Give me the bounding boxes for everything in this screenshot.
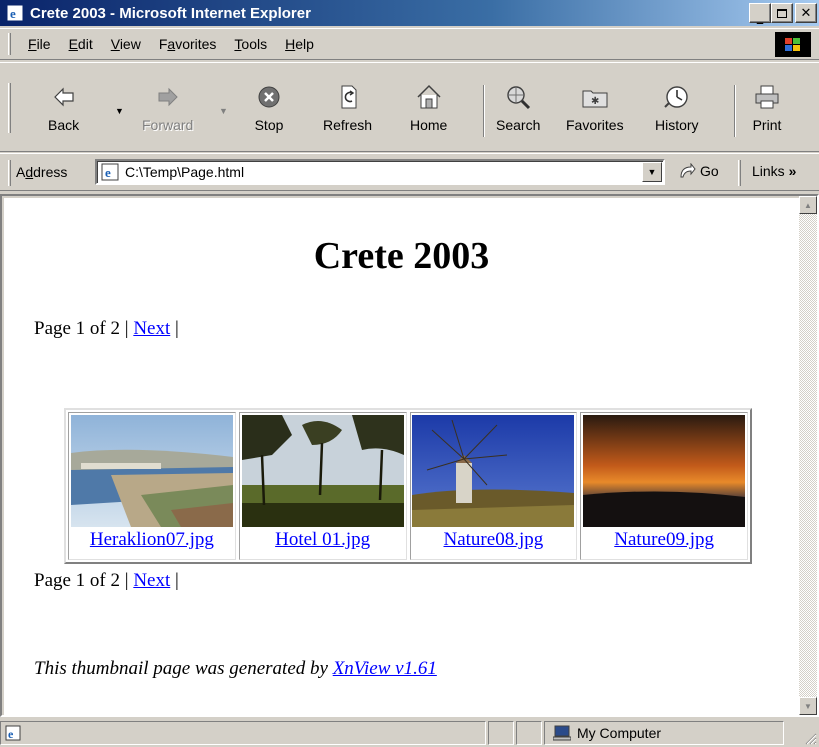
- content-frame: Crete 2003 Page 1 of 2 | Next | Heraklio…: [0, 194, 819, 717]
- stop-button[interactable]: Stop: [254, 83, 284, 143]
- back-dropdown-icon[interactable]: ▼: [115, 106, 124, 116]
- arrow-down-icon: ▼: [804, 701, 812, 711]
- generator-note: This thumbnail page was generated by XnV…: [34, 658, 437, 679]
- arrow-up-icon: ▲: [804, 200, 812, 210]
- menu-tools[interactable]: Tools: [225, 36, 276, 52]
- stop-icon: [258, 86, 280, 108]
- thumbnail-table: Heraklion07.jpg Hotel 01.jpg Nature08.jp…: [64, 408, 752, 564]
- go-button[interactable]: Go: [678, 163, 719, 179]
- status-text-panel: e: [0, 721, 486, 745]
- menu-file[interactable]: File: [19, 36, 60, 52]
- thumbnail-cell: Nature09.jpg: [580, 412, 748, 560]
- zone-label: My Computer: [577, 725, 662, 741]
- menu-grip[interactable]: [8, 33, 11, 55]
- windmill-photo[interactable]: [412, 415, 575, 527]
- scroll-down-button[interactable]: ▼: [799, 697, 817, 715]
- favorites-button[interactable]: ✱ Favorites: [566, 83, 624, 143]
- refresh-icon: [341, 85, 357, 109]
- pager-bottom: Page 1 of 2 | Next |: [34, 570, 179, 591]
- scroll-up-button[interactable]: ▲: [799, 196, 817, 214]
- address-url: C:\Temp\Page.html: [125, 164, 245, 180]
- page-status-icon: e: [5, 725, 21, 741]
- title-bar[interactable]: e Crete 2003 - Microsoft Internet Explor…: [0, 0, 819, 26]
- toolbar-separator: [734, 85, 736, 137]
- status-security-panel: [516, 721, 542, 745]
- close-icon: ✕: [800, 5, 812, 21]
- next-page-link[interactable]: Next: [133, 318, 170, 339]
- search-globe-icon: [507, 86, 531, 110]
- svg-text:e: e: [105, 165, 111, 180]
- browser-window: e Crete 2003 - Microsoft Internet Explor…: [0, 0, 819, 747]
- forward-button[interactable]: Forward: [142, 83, 193, 143]
- menu-bar: File Edit View Favorites Tools Help: [0, 28, 819, 60]
- back-arrow-icon: [53, 87, 74, 107]
- history-button[interactable]: History: [655, 83, 699, 143]
- vertical-scrollbar[interactable]: ▲ ▼: [799, 196, 817, 715]
- forward-arrow-icon: [158, 87, 178, 107]
- chevron-right-icon: »: [788, 163, 797, 179]
- sunset-photo[interactable]: [583, 415, 746, 527]
- address-grip[interactable]: [8, 160, 11, 186]
- home-icon: [417, 84, 441, 109]
- links-grip[interactable]: [738, 160, 741, 186]
- back-button[interactable]: Back: [48, 83, 79, 143]
- next-page-link[interactable]: Next: [133, 570, 170, 591]
- svg-text:e: e: [8, 727, 14, 741]
- page-title: Crete 2003: [313, 235, 490, 277]
- menu-view[interactable]: View: [102, 36, 150, 52]
- window-title: Crete 2003 - Microsoft Internet Explorer: [30, 4, 311, 22]
- trees-photo[interactable]: [241, 415, 404, 527]
- security-zone-panel: My Computer: [544, 721, 784, 745]
- harbor-photo[interactable]: [70, 415, 233, 527]
- maximize-button[interactable]: [771, 3, 793, 23]
- forward-dropdown-icon[interactable]: ▼: [219, 106, 228, 116]
- home-button[interactable]: Home: [410, 83, 447, 143]
- thumbnail-link[interactable]: Nature09.jpg: [614, 529, 714, 551]
- computer-icon: [553, 725, 571, 741]
- address-bar: Address e C:\Temp\Page.html ▼ Go Links »: [0, 153, 819, 191]
- thumbnail-cell: Heraklion07.jpg: [68, 412, 236, 560]
- history-clock-icon: [664, 86, 688, 108]
- address-label: Address: [16, 164, 68, 180]
- thumbnail-cell: Nature08.jpg: [409, 412, 578, 560]
- status-bar: e My Computer: [0, 719, 819, 747]
- address-dropdown-button[interactable]: ▼: [642, 162, 662, 182]
- address-input[interactable]: e C:\Temp\Page.html ▼: [95, 159, 665, 185]
- minimize-icon: _: [756, 9, 764, 25]
- thumbnail-link[interactable]: Heraklion07.jpg: [90, 529, 214, 551]
- favorites-folder-icon: ✱: [582, 90, 608, 108]
- standard-toolbar: Back ▼ Forward ▼ Stop Refresh Home Searc…: [0, 62, 819, 152]
- chevron-down-icon: ▼: [647, 167, 657, 177]
- search-button[interactable]: Search: [496, 83, 540, 143]
- page-content: Crete 2003 Page 1 of 2 | Next | Heraklio…: [4, 198, 799, 715]
- toolbar-separator: [483, 85, 485, 137]
- svg-text:e: e: [10, 6, 16, 21]
- svg-text:✱: ✱: [591, 96, 599, 107]
- thumbnail-cell: Hotel 01.jpg: [238, 412, 407, 560]
- toolbar-grip[interactable]: [8, 83, 11, 133]
- maximize-icon: [777, 8, 787, 18]
- close-button[interactable]: ✕: [795, 3, 817, 23]
- thumbnail-link[interactable]: Hotel 01.jpg: [275, 529, 370, 551]
- menu-favorites[interactable]: Favorites: [150, 36, 226, 52]
- status-progress-panel: [488, 721, 514, 745]
- menu-help[interactable]: Help: [276, 36, 323, 52]
- ie-logo-icon: e: [6, 4, 24, 22]
- page-icon: e: [101, 163, 119, 181]
- menu-edit[interactable]: Edit: [60, 36, 102, 52]
- windows-flag-icon: [785, 37, 800, 51]
- print-button[interactable]: Print: [752, 83, 782, 143]
- printer-icon: [755, 85, 779, 109]
- go-arrow-icon: [680, 163, 696, 178]
- resize-grip-icon[interactable]: [803, 731, 817, 745]
- pager-top: Page 1 of 2 | Next |: [34, 318, 179, 339]
- refresh-button[interactable]: Refresh: [323, 83, 372, 143]
- windows-logo-throbber: [775, 32, 811, 57]
- thumbnail-link[interactable]: Nature08.jpg: [444, 529, 544, 551]
- links-toolbar-button[interactable]: Links »: [752, 163, 796, 179]
- xnview-link[interactable]: XnView v1.61: [333, 658, 437, 679]
- minimize-button[interactable]: _: [749, 3, 771, 25]
